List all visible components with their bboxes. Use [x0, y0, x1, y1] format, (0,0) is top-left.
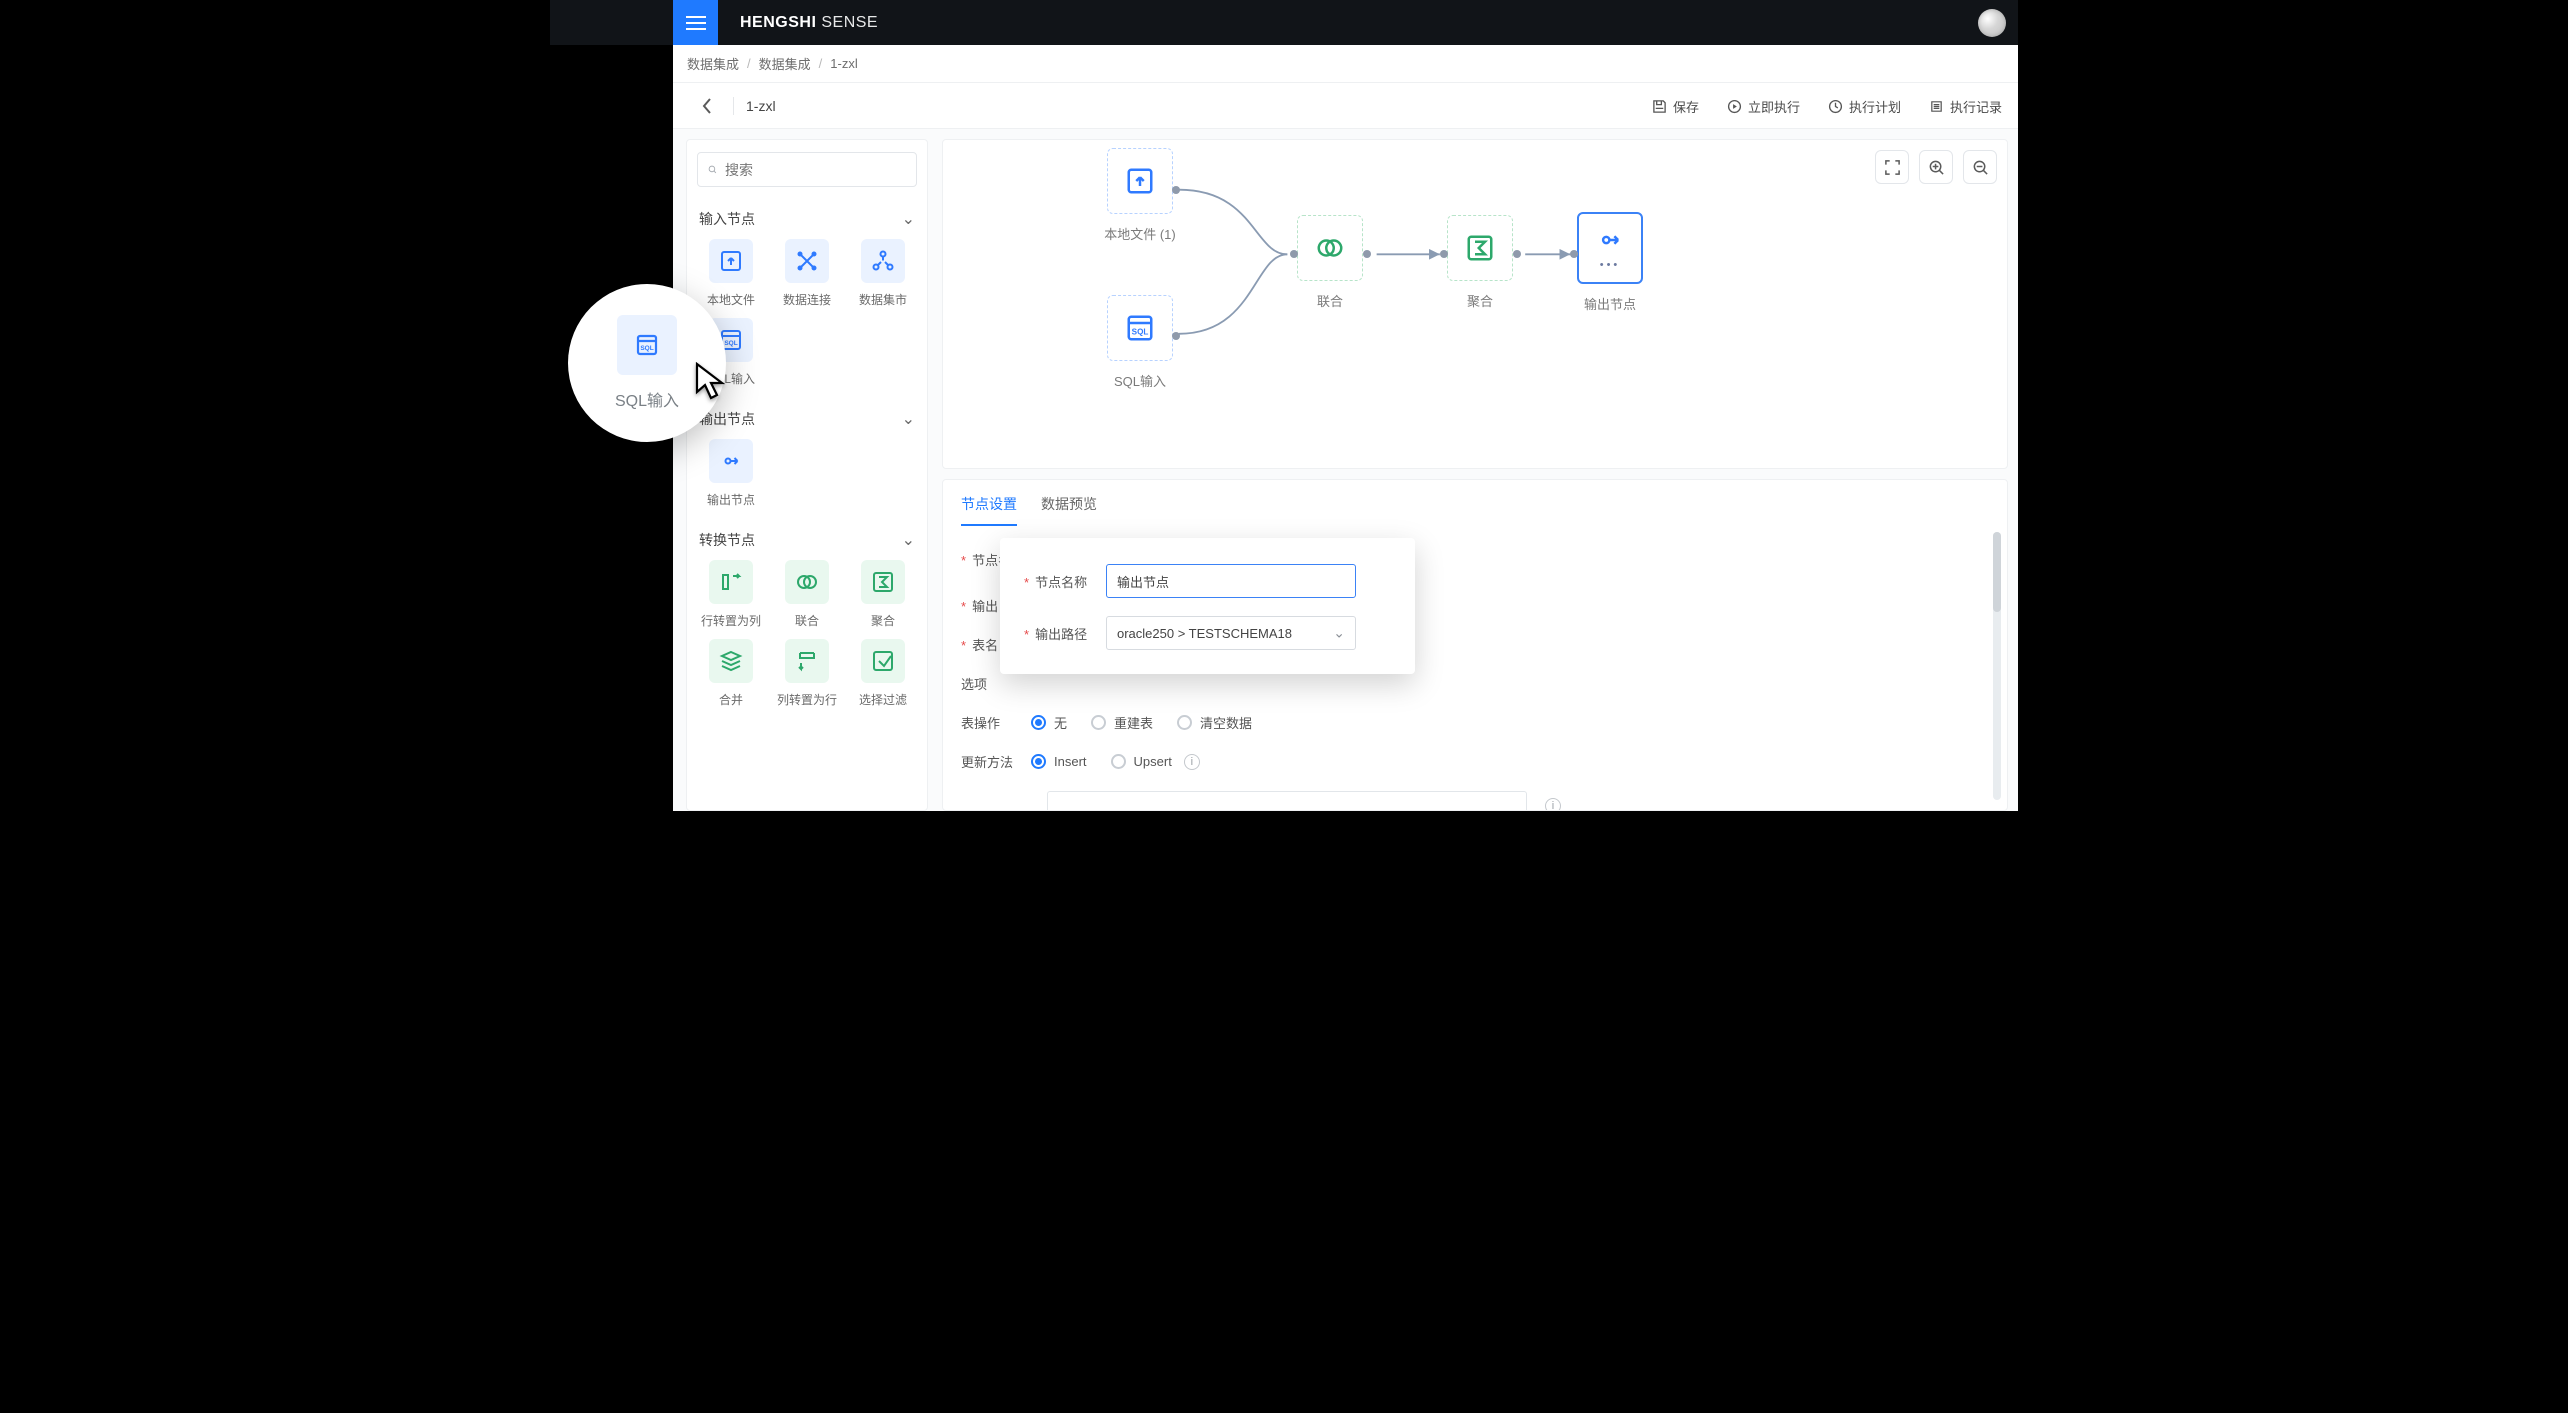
- search-input[interactable]: [725, 162, 906, 178]
- cursor-pointer-icon: [694, 362, 730, 407]
- palette-node-col2row[interactable]: 列转置为行: [773, 639, 841, 708]
- export-icon: [719, 449, 743, 473]
- popover-input-name[interactable]: [1106, 564, 1356, 598]
- sigma-icon: [871, 570, 895, 594]
- breadcrumb: 数据集成 / 数据集成 / 1-zxl: [673, 45, 2018, 83]
- node-palette: 输入节点 ⌄ 本地文件 数据连接 数据集市: [686, 139, 928, 811]
- palette-node-aggregate[interactable]: 聚合: [849, 560, 917, 629]
- palette-node-merge[interactable]: 合并: [697, 639, 765, 708]
- back-button[interactable]: [693, 92, 721, 120]
- radio-tableop-truncate[interactable]: 清空数据: [1177, 713, 1252, 732]
- canvas-node-output[interactable]: ••• 输出节点: [1568, 212, 1652, 313]
- palette-node-data-connection[interactable]: 数据连接: [773, 239, 841, 308]
- label-output: 输出: [961, 596, 998, 615]
- run-now-button[interactable]: 立即执行: [1717, 91, 1810, 122]
- svg-text:SQL: SQL: [724, 340, 737, 347]
- info-icon[interactable]: i: [1545, 798, 1561, 811]
- collapse-toggle[interactable]: ⌄: [902, 409, 915, 429]
- select-filter-icon: [871, 649, 895, 673]
- rotate-rows-icon: [795, 649, 819, 673]
- breadcrumb-root[interactable]: 数据集成: [687, 54, 739, 73]
- hamburger-menu-button[interactable]: [673, 0, 718, 45]
- canvas-node-union[interactable]: 联合: [1288, 215, 1372, 310]
- svg-text:SQL: SQL: [1132, 327, 1149, 336]
- radio-update-upsert[interactable]: Upserti: [1111, 754, 1200, 770]
- scrollbar[interactable]: [1993, 532, 2001, 800]
- scroll-thumb[interactable]: [1993, 532, 2001, 612]
- chevron-left-icon: [702, 98, 712, 114]
- canvas-node-local-file[interactable]: 本地文件 (1): [1098, 148, 1182, 243]
- text-input[interactable]: [1047, 791, 1527, 811]
- schedule-button[interactable]: 执行计划: [1818, 91, 1911, 122]
- ellipsis-icon: •••: [1600, 259, 1621, 271]
- save-icon: [1652, 99, 1667, 114]
- fit-screen-icon: [1884, 159, 1901, 176]
- sql-window-icon: SQL: [635, 333, 659, 357]
- label-update-method: 更新方法: [961, 752, 1017, 771]
- pipeline-canvas[interactable]: 本地文件 (1) SQL SQL输入 联合: [942, 139, 2008, 469]
- label-table-op: 表操作: [961, 713, 1017, 732]
- canvas-node-aggregate[interactable]: 聚合: [1438, 215, 1522, 310]
- palette-node-row2col[interactable]: 行转置为列: [697, 560, 765, 629]
- rotate-cols-icon: [719, 570, 743, 594]
- palette-node-data-market[interactable]: 数据集市: [849, 239, 917, 308]
- group-input-title: 输入节点: [699, 209, 755, 229]
- radio-tableop-none[interactable]: 无: [1031, 713, 1067, 732]
- list-icon: [1929, 99, 1944, 114]
- info-icon[interactable]: i: [1184, 754, 1200, 770]
- cluster-icon: [871, 249, 895, 273]
- palette-node-select-filter[interactable]: 选择过滤: [849, 639, 917, 708]
- zoom-in-button[interactable]: [1919, 150, 1953, 184]
- palette-node-union[interactable]: 联合: [773, 560, 841, 629]
- hamburger-icon: [686, 16, 706, 30]
- group-transform-title: 转换节点: [699, 530, 755, 550]
- floating-label: SQL输入: [615, 387, 679, 411]
- save-button[interactable]: 保存: [1642, 91, 1709, 122]
- canvas-node-sql-input[interactable]: SQL SQL输入: [1098, 295, 1182, 390]
- logs-button[interactable]: 执行记录: [1919, 91, 2012, 122]
- palette-node-output[interactable]: 输出节点: [697, 439, 765, 508]
- search-icon: [708, 162, 717, 177]
- breadcrumb-leaf: 1-zxl: [830, 56, 857, 71]
- palette-search[interactable]: [697, 152, 917, 187]
- collapse-toggle[interactable]: ⌄: [902, 209, 915, 229]
- zoom-out-button[interactable]: [1963, 150, 1997, 184]
- zoom-in-icon: [1928, 159, 1945, 176]
- label-table: 表名: [961, 635, 998, 654]
- radio-update-insert[interactable]: Insert: [1031, 754, 1087, 769]
- output-node-popover: 节点名称 输出路径 oracle250 > TESTSCHEMA18 ⌄: [1000, 538, 1415, 674]
- workspace: 数据集成 / 数据集成 / 1-zxl 1-zxl 保存 立即执行: [673, 45, 2018, 811]
- palette-node-local-file[interactable]: 本地文件: [697, 239, 765, 308]
- breadcrumb-sep: /: [747, 56, 751, 71]
- upload-icon: [719, 249, 743, 273]
- clock-icon: [1828, 99, 1843, 114]
- tab-node-settings[interactable]: 节点设置: [961, 494, 1017, 526]
- tab-data-preview[interactable]: 数据预览: [1041, 494, 1097, 526]
- chevron-down-icon: ⌄: [1333, 625, 1345, 642]
- radio-tableop-rebuild[interactable]: 重建表: [1091, 713, 1153, 732]
- pipeline-title: 1-zxl: [746, 98, 776, 114]
- collapse-toggle[interactable]: ⌄: [902, 530, 915, 550]
- play-circle-icon: [1727, 99, 1742, 114]
- fit-screen-button[interactable]: [1875, 150, 1909, 184]
- svg-text:SQL: SQL: [640, 345, 653, 352]
- popover-label-path: 输出路径: [1024, 624, 1092, 643]
- label-options: 选项: [961, 674, 987, 693]
- zoom-out-icon: [1972, 159, 1989, 176]
- network-icon: [795, 249, 819, 273]
- stack-icon: [719, 649, 743, 673]
- toolbar: 1-zxl 保存 立即执行 执行计划 执行记录: [673, 83, 2018, 129]
- breadcrumb-sep: /: [819, 56, 823, 71]
- venn-icon: [795, 570, 819, 594]
- top-bar: HENGSHI SENSE: [550, 0, 2018, 45]
- user-avatar[interactable]: [1978, 9, 2006, 37]
- brand-logo: HENGSHI SENSE: [740, 14, 878, 32]
- breadcrumb-mid[interactable]: 数据集成: [759, 54, 811, 73]
- popover-select-path[interactable]: oracle250 > TESTSCHEMA18 ⌄: [1106, 616, 1356, 650]
- popover-label-name: 节点名称: [1024, 572, 1092, 591]
